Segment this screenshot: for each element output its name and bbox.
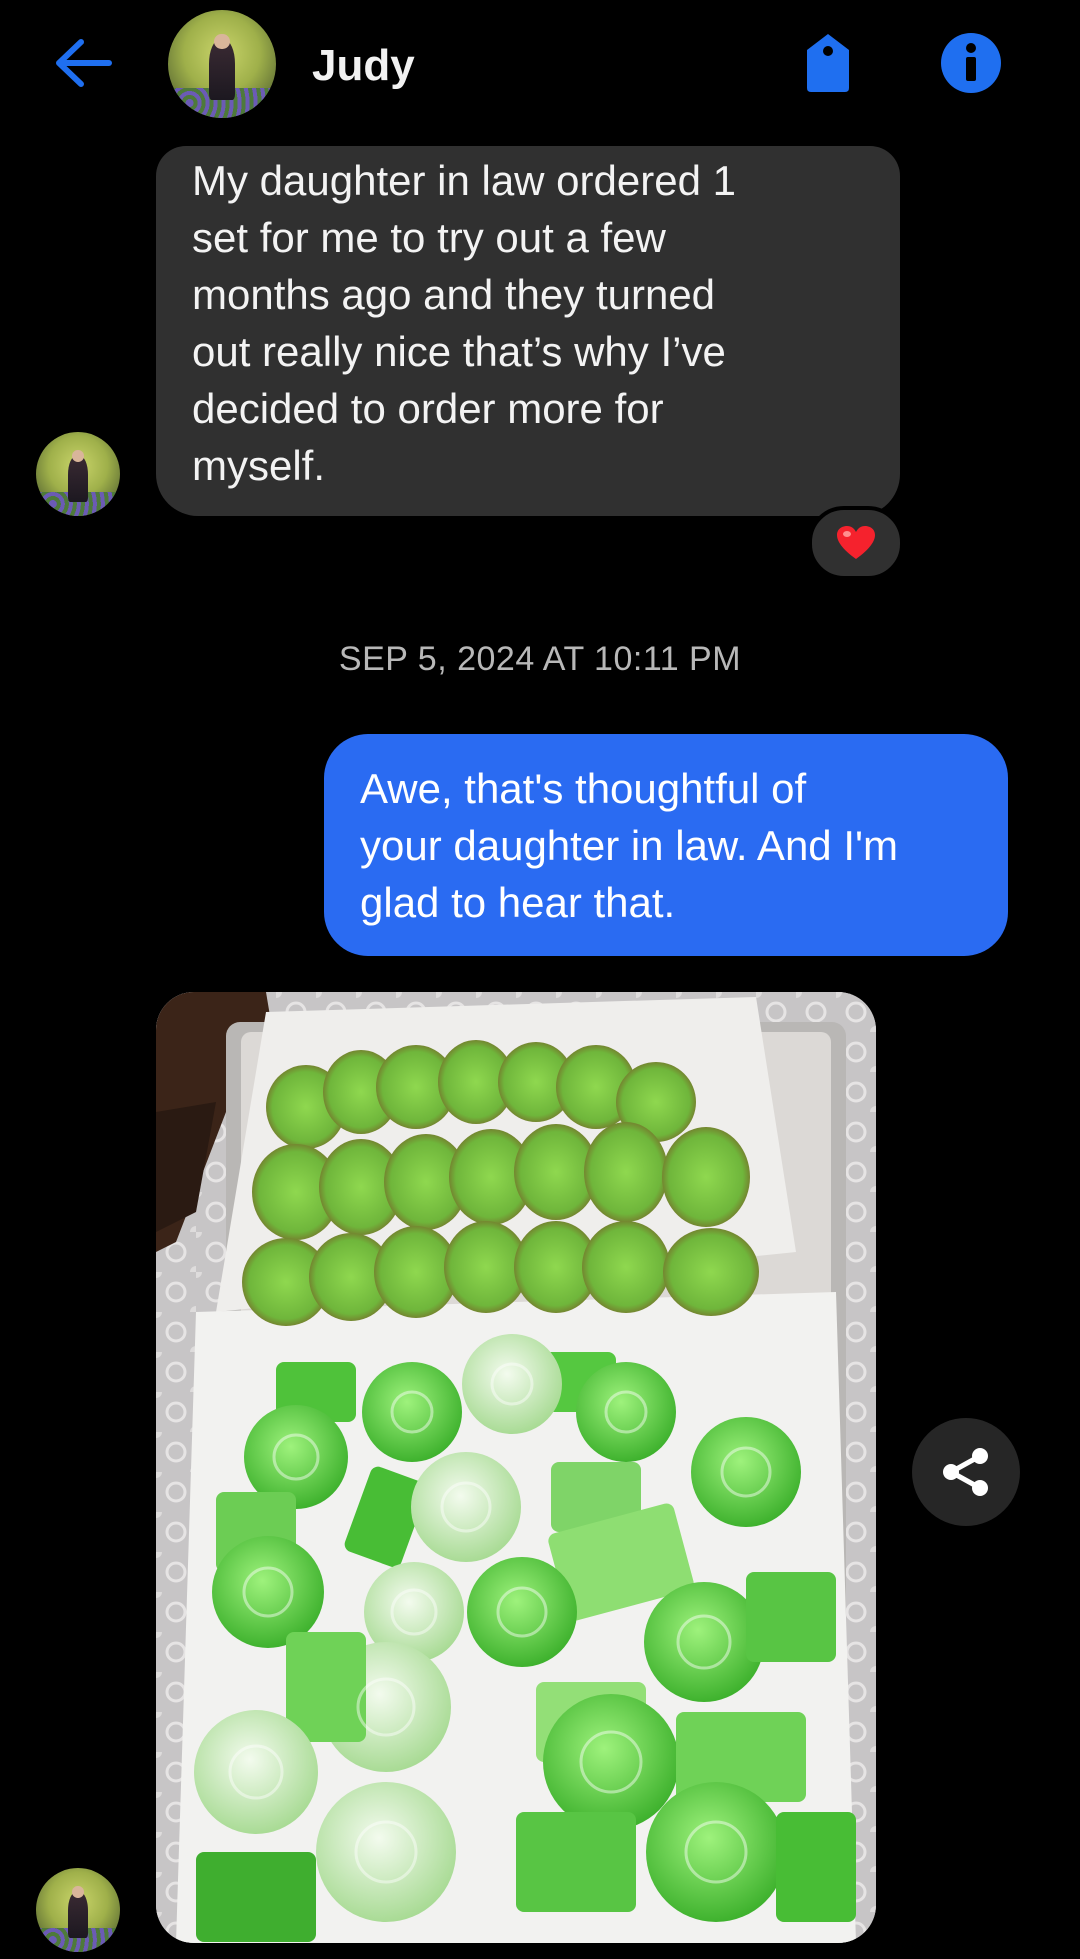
chat-header: Judy [0,0,1080,130]
photo-attachment[interactable] [156,992,876,1943]
sender-avatar[interactable] [36,1868,120,1952]
message-text: My daughter in law ordered 1 set for me … [192,157,736,489]
sent-message-bubble[interactable]: Awe, that's thoughtful of your daughter … [324,734,1008,956]
info-icon [941,33,1001,93]
contact-name[interactable]: Judy [312,38,415,94]
back-button[interactable] [50,30,116,96]
tag-button[interactable] [797,30,859,96]
received-message-bubble[interactable]: My daughter in law ordered 1 set for me … [156,146,900,516]
back-arrow-icon [56,39,112,87]
message-text: Awe, that's thoughtful of your daughter … [360,765,899,926]
photo-image [156,992,876,1943]
contact-avatar[interactable] [168,10,276,118]
message-reaction[interactable] [808,506,904,580]
tag-icon [807,34,849,92]
heart-icon [837,526,875,559]
message-timestamp: SEP 5, 2024 AT 10:11 PM [338,640,742,678]
sender-avatar[interactable] [36,432,120,516]
info-button[interactable] [940,32,1002,94]
share-icon [943,1448,988,1496]
share-button[interactable] [912,1418,1020,1526]
